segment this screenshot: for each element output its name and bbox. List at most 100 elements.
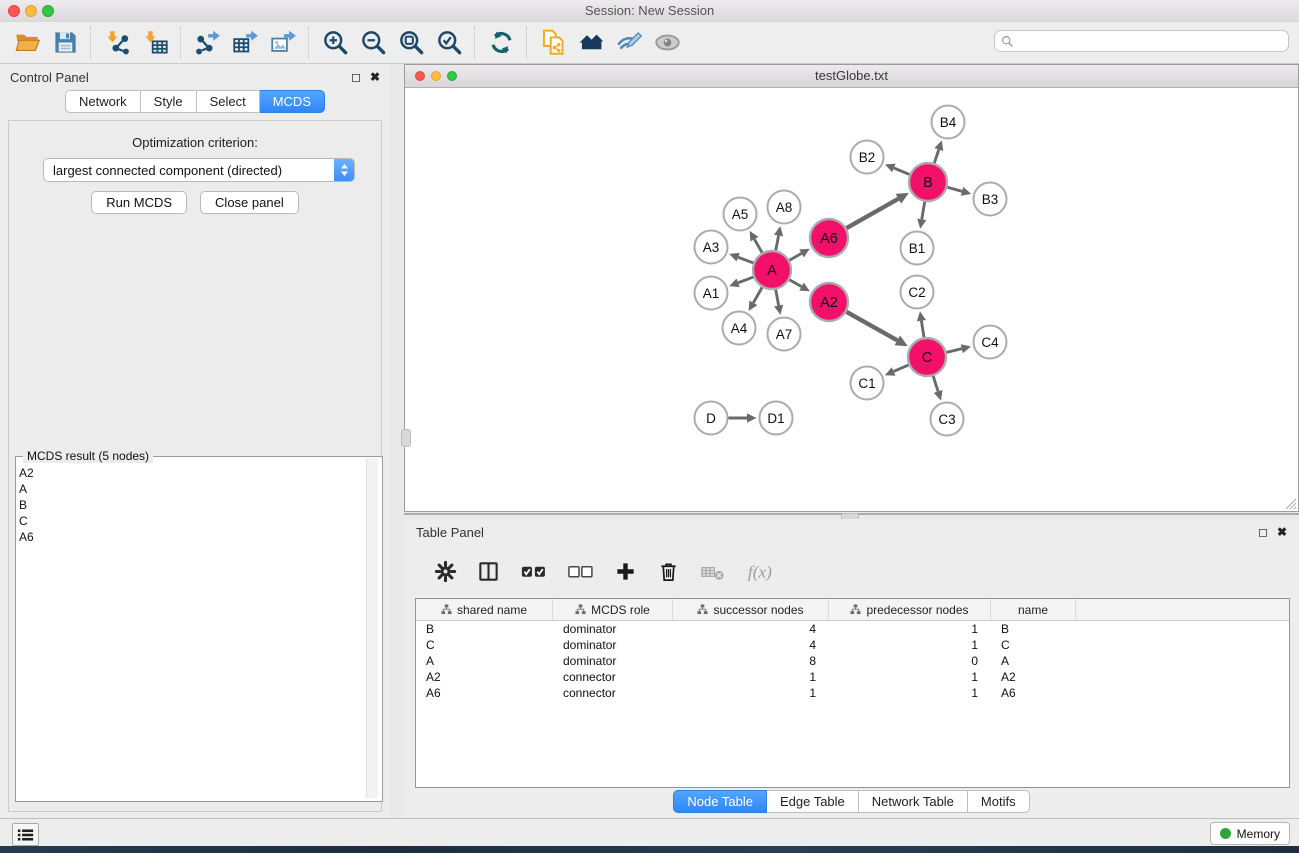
search-input[interactable] [1014, 31, 1288, 51]
table-tab-network-table[interactable]: Network Table [859, 790, 968, 813]
column-header-shared-name[interactable]: shared name [416, 599, 553, 620]
zoom-in-button[interactable] [316, 25, 354, 61]
table-panel-header: Table Panel ◻ ✖ [404, 519, 1299, 545]
toggle-panels-button[interactable] [474, 555, 503, 589]
mcds-result-list: A2ABCA6 [19, 465, 365, 545]
refresh-view-button[interactable] [482, 25, 520, 61]
resize-grip-icon[interactable] [1282, 495, 1296, 509]
open-session-button[interactable] [8, 25, 46, 61]
graph-node-A1[interactable]: A1 [695, 277, 728, 310]
graphics-details-button[interactable] [648, 25, 686, 61]
run-mcds-button[interactable]: Run MCDS [91, 191, 187, 214]
graph-node-A4[interactable]: A4 [723, 312, 756, 345]
zoom-out-button[interactable] [354, 25, 392, 61]
table-row-A6[interactable]: A6connector11A6 [416, 685, 1289, 701]
table-row-A[interactable]: Adominator80A [416, 653, 1289, 669]
table-cell: A2 [416, 670, 553, 684]
close-window-button[interactable] [8, 5, 20, 17]
graph-node-B4[interactable]: B4 [932, 106, 965, 139]
float-table-panel-icon[interactable]: ◻ [1258, 526, 1268, 538]
graph-node-B[interactable]: B [909, 163, 947, 201]
vertical-splitter-handle[interactable] [401, 429, 411, 447]
result-scrollbar[interactable] [366, 458, 378, 798]
import-table-button[interactable] [136, 25, 174, 61]
table-tab-node-table[interactable]: Node Table [673, 790, 767, 813]
minimize-window-button[interactable] [25, 5, 37, 17]
export-image-icon [270, 29, 297, 56]
tab-network[interactable]: Network [65, 90, 141, 113]
graph-edge-B-B3 [947, 187, 962, 191]
net-close-button[interactable] [415, 71, 425, 81]
net-minimize-button[interactable] [431, 71, 441, 81]
mcds-result-item[interactable]: A6 [19, 529, 365, 545]
maximize-window-button[interactable] [42, 5, 54, 17]
panel-list-button[interactable] [12, 823, 39, 846]
select-all-button[interactable] [517, 555, 550, 589]
float-panel-icon[interactable]: ◻ [351, 71, 361, 83]
delete-columns-button[interactable] [654, 555, 683, 589]
column-header-successor-nodes[interactable]: successor nodes [673, 599, 829, 620]
graph-node-D[interactable]: D [695, 402, 728, 435]
table-tab-motifs[interactable]: Motifs [968, 790, 1030, 813]
mcds-result-item[interactable]: A [19, 481, 365, 497]
import-network-button[interactable] [98, 25, 136, 61]
export-table-button[interactable] [226, 25, 264, 61]
column-header-MCDS-role[interactable]: MCDS role [553, 599, 673, 620]
tab-select[interactable]: Select [197, 90, 260, 113]
save-session-button[interactable] [46, 25, 84, 61]
table-delete-icon [700, 560, 726, 583]
graph-node-A5[interactable]: A5 [724, 198, 757, 231]
mcds-result-item[interactable]: B [19, 497, 365, 513]
table-row-B[interactable]: Bdominator41B [416, 621, 1289, 637]
column-header-name[interactable]: name [991, 599, 1076, 620]
zoom-fit-button[interactable] [392, 25, 430, 61]
close-table-panel-icon[interactable]: ✖ [1277, 526, 1287, 538]
graph-node-A7[interactable]: A7 [768, 318, 801, 351]
graph-node-B2[interactable]: B2 [851, 141, 884, 174]
graph-node-B3[interactable]: B3 [974, 183, 1007, 216]
graph-node-A8[interactable]: A8 [768, 191, 801, 224]
graph-node-A[interactable]: A [753, 251, 791, 289]
deselect-all-button[interactable] [564, 555, 597, 589]
horizontal-splitter[interactable] [404, 512, 1299, 519]
graph-node-D1[interactable]: D1 [760, 402, 793, 435]
graph-node-C4[interactable]: C4 [974, 326, 1007, 359]
annotation-eye-button[interactable] [610, 25, 648, 61]
table-settings-button[interactable] [431, 555, 460, 589]
table-row-C[interactable]: Cdominator41C [416, 637, 1289, 653]
add-column-button[interactable] [611, 555, 640, 589]
graph-node-C1[interactable]: C1 [851, 367, 884, 400]
export-image-button[interactable] [264, 25, 302, 61]
mcds-result-item[interactable]: C [19, 513, 365, 529]
mcds-result-item[interactable]: A2 [19, 465, 365, 481]
criterion-dropdown[interactable]: largest connected component (directed) [43, 158, 355, 182]
graph-node-C2[interactable]: C2 [901, 276, 934, 309]
table-cell: connector [553, 686, 673, 700]
tab-mcds[interactable]: MCDS [260, 90, 325, 113]
tab-style[interactable]: Style [141, 90, 197, 113]
graph-node-A6[interactable]: A6 [810, 219, 848, 257]
table-tab-edge-table[interactable]: Edge Table [767, 790, 859, 813]
network-window-titlebar[interactable]: testGlobe.txt [405, 65, 1298, 88]
function-builder-button[interactable]: f(x) [743, 555, 784, 589]
close-panel-button[interactable]: Close panel [200, 191, 299, 214]
memory-button[interactable]: Memory [1210, 822, 1290, 845]
zoom-selected-button[interactable] [430, 25, 468, 61]
close-panel-icon[interactable]: ✖ [370, 71, 380, 83]
delete-table-button[interactable] [697, 555, 729, 589]
export-network-button[interactable] [188, 25, 226, 61]
column-header-predecessor-nodes[interactable]: predecessor nodes [829, 599, 991, 620]
graph-node-A2[interactable]: A2 [810, 283, 848, 321]
houses-button[interactable] [572, 25, 610, 61]
dropdown-stepper-icon [334, 159, 354, 181]
search-field[interactable] [994, 30, 1289, 52]
clone-view-button[interactable] [534, 25, 572, 61]
graph-node-A3[interactable]: A3 [695, 231, 728, 264]
graph-edge-A-A8 [776, 235, 779, 250]
graph-node-C3[interactable]: C3 [931, 403, 964, 436]
table-row-A2[interactable]: A2connector11A2 [416, 669, 1289, 685]
net-maximize-button[interactable] [447, 71, 457, 81]
graph-node-B1[interactable]: B1 [901, 232, 934, 265]
graph-node-C[interactable]: C [908, 338, 946, 376]
network-canvas[interactable]: B4 B2 B B3 A8 A5 A6 A3 B1 A C2 A1 A2 A4 A7 C4 C C1 D D1 C3 [405, 88, 1298, 511]
